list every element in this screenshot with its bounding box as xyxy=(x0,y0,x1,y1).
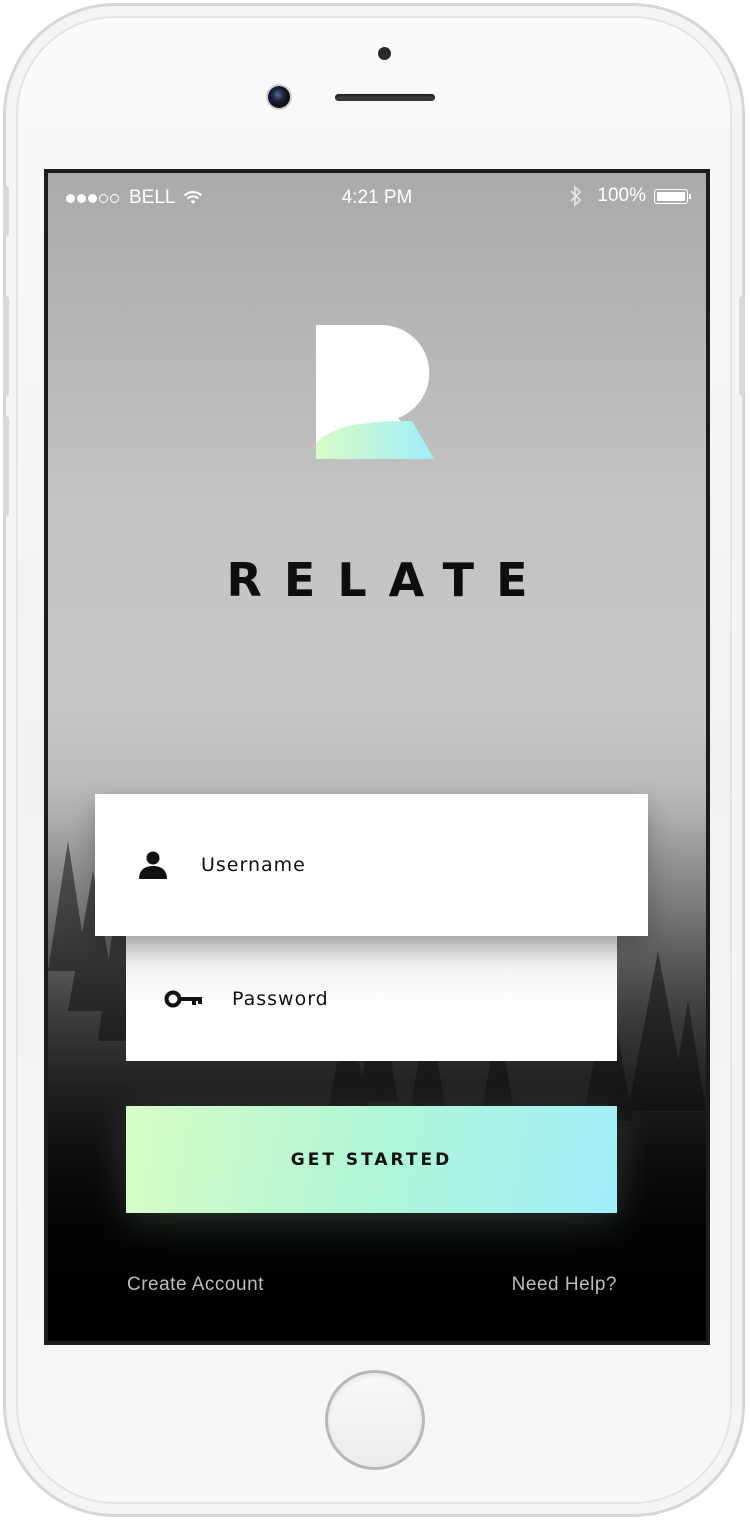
bluetooth-icon xyxy=(570,185,582,207)
battery-percent: 100% xyxy=(597,185,646,206)
get-started-button[interactable]: GET STARTED xyxy=(126,1106,617,1213)
mute-switch xyxy=(3,186,9,236)
person-icon xyxy=(133,849,173,881)
battery-icon xyxy=(654,188,691,204)
relate-logo-icon xyxy=(316,325,434,459)
app-screen: BELL 4:21 PM 100% RELATE Username Passwo… xyxy=(44,169,710,1345)
volume-down-button xyxy=(3,416,9,516)
status-right: 100% xyxy=(569,185,691,207)
brand-title: RELATE xyxy=(226,553,550,607)
proximity-sensor xyxy=(378,47,391,60)
key-icon xyxy=(164,983,204,1015)
username-field[interactable]: Username xyxy=(95,794,648,936)
password-placeholder: Password xyxy=(232,987,329,1010)
front-camera xyxy=(268,86,290,108)
earpiece-speaker xyxy=(335,94,435,101)
power-button xyxy=(739,296,745,396)
username-placeholder: Username xyxy=(201,854,306,876)
create-account-link[interactable]: Create Account xyxy=(127,1274,264,1296)
status-bar: BELL 4:21 PM 100% xyxy=(48,173,706,223)
home-button[interactable] xyxy=(325,1370,425,1470)
volume-up-button xyxy=(3,296,9,396)
password-field[interactable]: Password xyxy=(126,936,617,1061)
need-help-link[interactable]: Need Help? xyxy=(512,1274,617,1296)
